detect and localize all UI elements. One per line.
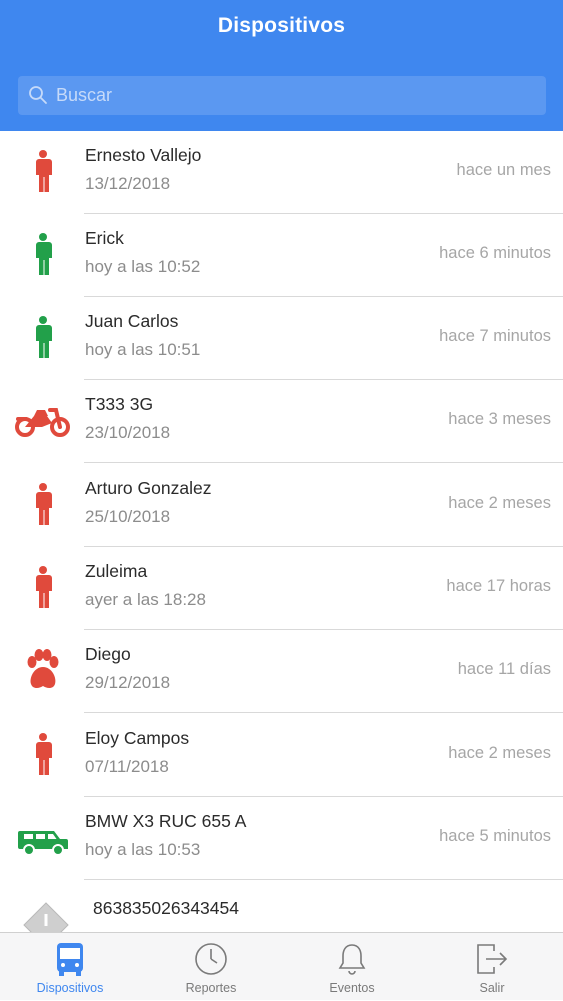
bottom-tab-bar: Dispositivos Reportes Eventos Salir — [0, 932, 563, 1000]
search-icon — [29, 86, 47, 104]
app-header: Dispositivos — [0, 0, 563, 131]
tab-eventos[interactable]: Eventos — [282, 933, 422, 1001]
person-icon — [12, 732, 74, 776]
device-row[interactable]: Diego 29/12/2018 hace 11 días — [0, 630, 563, 713]
device-date: hoy a las 10:51 — [85, 340, 201, 359]
tab-label: Reportes — [185, 981, 237, 995]
device-name: Erick — [85, 228, 124, 248]
person-icon — [12, 232, 74, 276]
device-date: 07/11/2018 — [85, 757, 169, 776]
device-name: Ernesto Vallejo — [85, 145, 202, 165]
device-row[interactable]: Arturo Gonzalez 25/10/2018 hace 2 meses — [0, 464, 563, 547]
device-last-seen: hace un mes — [456, 161, 551, 179]
device-row[interactable]: BMW X3 RUC 655 A hoy a las 10:53 hace 5 … — [0, 797, 563, 880]
device-row[interactable]: Eloy Campos 07/11/2018 hace 2 meses — [0, 714, 563, 797]
person-icon — [12, 565, 74, 609]
device-last-seen: hace 2 meses — [448, 494, 551, 512]
device-date: 23/10/2018 — [85, 423, 171, 442]
device-date: 25/10/2018 — [85, 507, 171, 526]
search-bar[interactable] — [18, 76, 546, 115]
device-name: Zuleima — [85, 561, 148, 581]
page-title: Dispositivos — [217, 14, 346, 37]
device-date: ayer a las 18:28 — [85, 590, 206, 609]
logout-icon — [474, 941, 510, 977]
person-icon — [12, 149, 74, 193]
tab-label: Eventos — [329, 981, 375, 995]
device-name: Juan Carlos — [85, 311, 179, 331]
person-icon — [12, 482, 74, 526]
tab-dispositivos[interactable]: Dispositivos — [0, 933, 140, 1001]
device-name: Arturo Gonzalez — [85, 478, 212, 498]
device-last-seen: hace 6 minutos — [439, 244, 551, 262]
device-last-seen: hace 17 horas — [446, 577, 551, 595]
tab-reportes[interactable]: Reportes — [141, 933, 281, 1001]
device-date: 29/12/2018 — [85, 673, 171, 692]
device-name: Diego — [85, 644, 131, 664]
device-name: Eloy Campos — [85, 728, 190, 748]
device-row[interactable]: Zuleima ayer a las 18:28 hace 17 horas — [0, 547, 563, 630]
device-row[interactable]: Juan Carlos hoy a las 10:51 hace 7 minut… — [0, 297, 563, 380]
bell-icon — [334, 941, 370, 977]
device-row[interactable]: 863835026343454 — [0, 881, 563, 933]
divider — [84, 712, 563, 713]
divider — [84, 462, 563, 463]
device-last-seen: hace 7 minutos — [439, 327, 551, 345]
device-date: hoy a las 10:53 — [85, 840, 201, 859]
device-date: hoy a las 10:52 — [85, 257, 201, 276]
device-last-seen: hace 3 meses — [448, 410, 551, 428]
search-input[interactable] — [56, 76, 526, 115]
tab-label: Salir — [479, 981, 505, 995]
person-icon — [12, 315, 74, 359]
device-last-seen: hace 2 meses — [448, 744, 551, 762]
device-date: 13/12/2018 — [85, 174, 171, 193]
device-name: 863835026343454 — [93, 898, 239, 918]
device-list: Ernesto Vallejo 13/12/2018 hace un mes E… — [0, 131, 563, 933]
device-last-seen: hace 5 minutos — [439, 827, 551, 845]
device-row[interactable]: T333 3G 23/10/2018 hace 3 meses — [0, 380, 563, 463]
device-row[interactable]: Ernesto Vallejo 13/12/2018 hace un mes — [0, 131, 563, 214]
device-row[interactable]: Erick hoy a las 10:52 hace 6 minutos — [0, 214, 563, 297]
device-last-seen: hace 11 días — [457, 660, 551, 678]
bus-icon — [52, 941, 88, 977]
suv-icon — [12, 815, 74, 859]
device-name: BMW X3 RUC 655 A — [85, 811, 247, 831]
divider — [84, 879, 563, 880]
tab-salir[interactable]: Salir — [422, 933, 562, 1001]
device-name: T333 3G — [85, 394, 154, 414]
warning-icon — [12, 901, 74, 933]
clock-icon — [193, 941, 229, 977]
paw-icon — [12, 648, 74, 692]
motorcycle-icon — [12, 398, 74, 442]
tab-label: Dispositivos — [36, 981, 104, 995]
